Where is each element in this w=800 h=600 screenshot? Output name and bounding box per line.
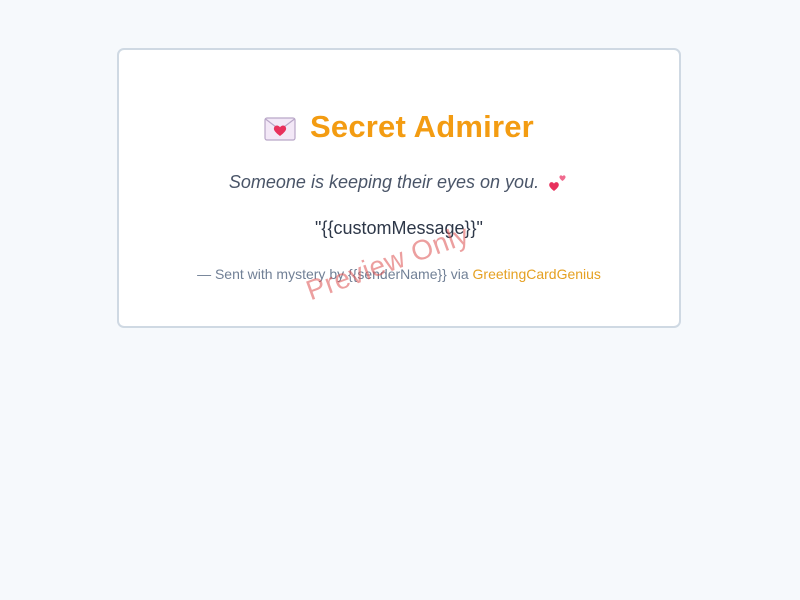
envelope-heart-icon (264, 117, 296, 141)
card-footer: — Sent with mystery by {{senderName}} vi… (119, 265, 679, 283)
two-hearts-icon (547, 171, 569, 193)
card-subtitle: Someone is keeping their eyes on you. (228, 172, 540, 192)
greetingcardgenius-link[interactable]: GreetingCardGenius (473, 266, 601, 282)
card-subtitle-row: Someone is keeping their eyes on you. (119, 170, 679, 194)
card-header: Secret Admirer (119, 108, 679, 146)
footer-text: — Sent with mystery by {{senderName}} vi… (197, 266, 473, 282)
greeting-card: Secret Admirer Someone is keeping their … (117, 48, 681, 328)
card-title: Secret Admirer (310, 109, 534, 144)
custom-message: "{{customMessage}}" (315, 218, 483, 238)
